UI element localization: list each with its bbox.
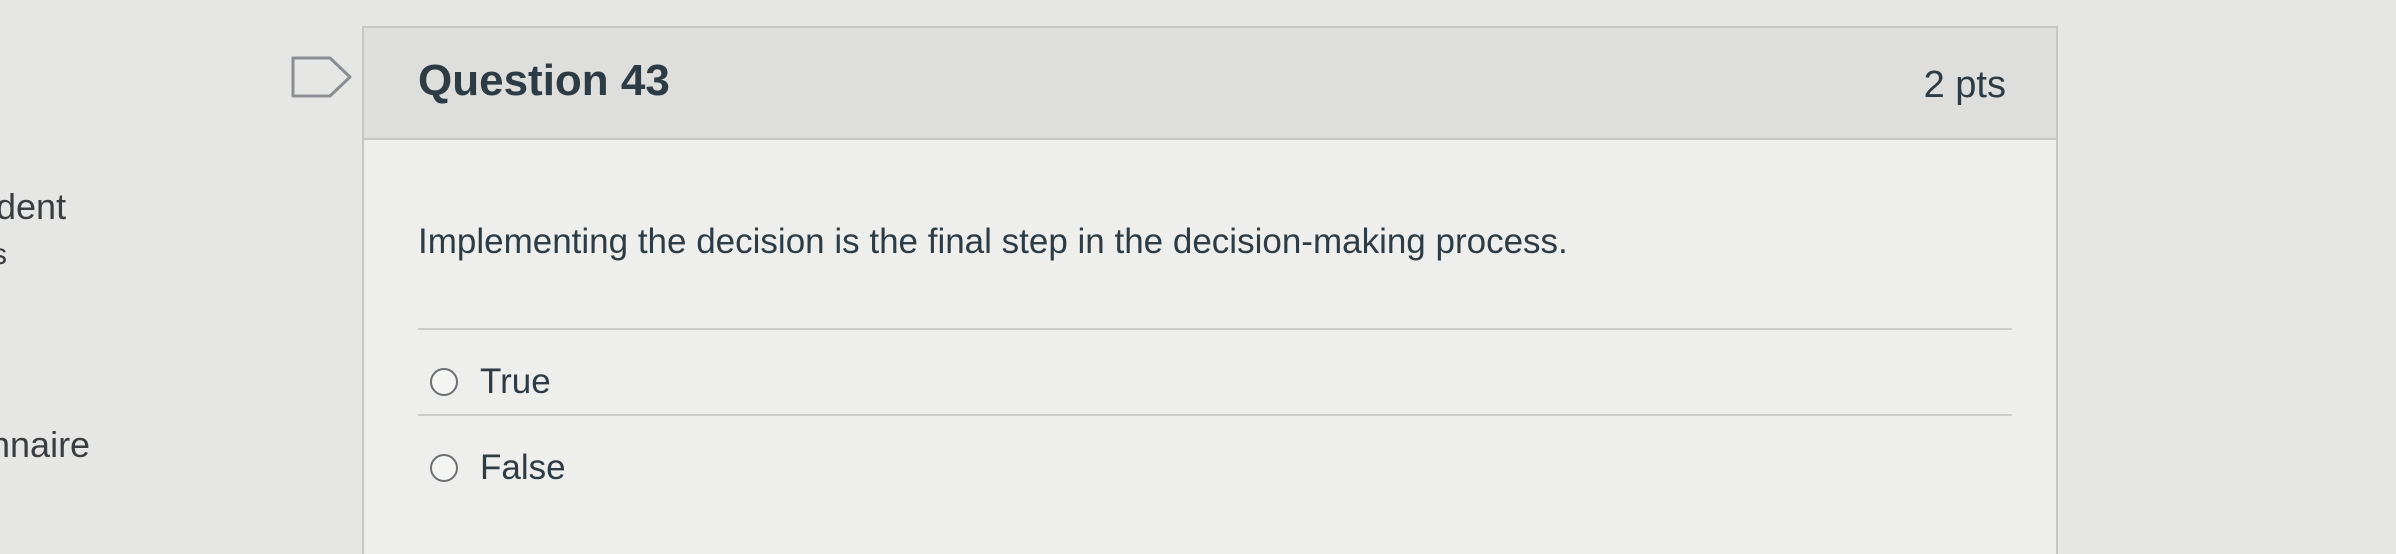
question-points: 2 pts (1923, 64, 2006, 106)
answer-divider (418, 328, 2012, 330)
answer-option-true[interactable]: True (430, 358, 551, 406)
radio-button-icon[interactable] (430, 368, 458, 396)
sidebar-fragment-1[interactable]: dent (0, 186, 66, 228)
bookmark-flag-icon[interactable] (290, 55, 354, 99)
answer-divider (418, 414, 2012, 416)
question-header: Question 43 2 pts (364, 28, 2056, 140)
radio-button-icon[interactable] (430, 454, 458, 482)
answer-label: True (480, 362, 551, 401)
left-sidebar: dent s nnaire (0, 0, 300, 554)
question-title: Question 43 (418, 56, 670, 105)
sidebar-fragment-2[interactable]: s (0, 238, 7, 272)
sidebar-fragment-3[interactable]: nnaire (0, 424, 90, 466)
answer-label: False (480, 448, 566, 487)
question-card: Question 43 2 pts Implementing the decis… (362, 26, 2058, 554)
question-text: Implementing the decision is the final s… (418, 222, 1568, 261)
answer-option-false[interactable]: False (430, 444, 566, 492)
